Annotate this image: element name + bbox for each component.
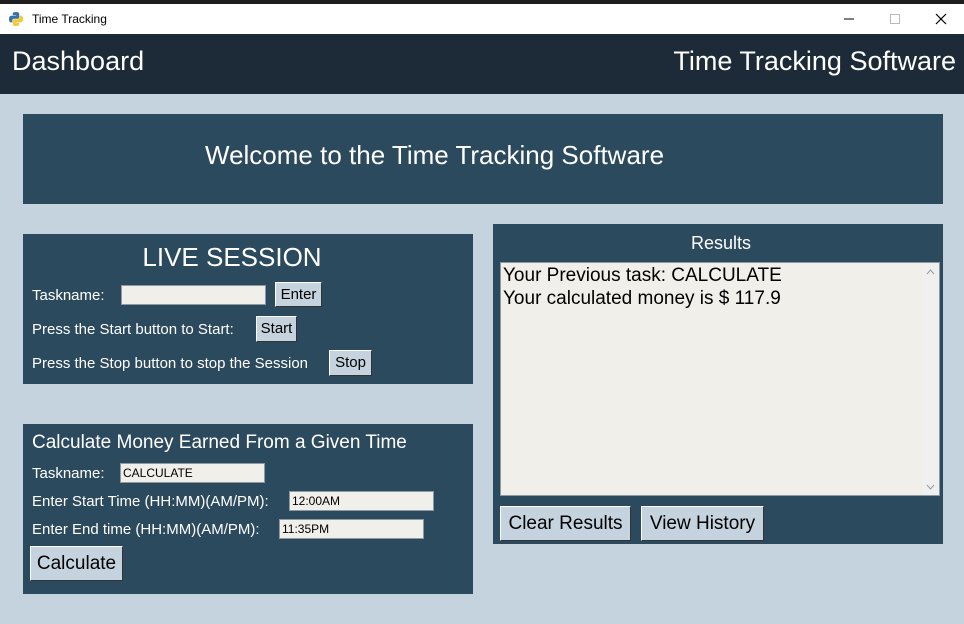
- stop-button[interactable]: Stop: [329, 350, 372, 376]
- chevron-up-icon: [926, 268, 935, 274]
- chevron-down-icon: [926, 484, 935, 490]
- welcome-text: Welcome to the Time Tracking Software: [205, 140, 665, 170]
- end-time-input[interactable]: 11:35PM: [279, 519, 424, 539]
- calculate-button[interactable]: Calculate: [30, 546, 123, 581]
- view-history-button[interactable]: View History: [641, 506, 764, 541]
- results-line: Your calculated money is $ 117.9: [503, 288, 781, 309]
- start-time-label: Enter Start Time (HH:MM)(AM/PM):: [32, 493, 269, 510]
- calc-taskname-input[interactable]: CALCULATE: [120, 463, 265, 483]
- python-icon: [9, 12, 23, 26]
- results-scrollbar[interactable]: [922, 263, 939, 495]
- stop-instruction-label: Press the Stop button to stop the Sessio…: [32, 355, 309, 372]
- end-time-label: Enter End time (HH:MM)(AM/PM):: [32, 521, 260, 538]
- results-textarea[interactable]: Your Previous task: CALCULATE Your calcu…: [500, 262, 940, 496]
- calculate-heading: Calculate Money Earned From a Given Time: [32, 432, 407, 453]
- minimize-button[interactable]: [826, 4, 872, 34]
- dashboard-title: Dashboard: [12, 46, 145, 76]
- app-window: Time Tracking Dashboard Time Tracking So…: [0, 4, 964, 624]
- close-button[interactable]: [918, 4, 964, 34]
- results-line: Your Previous task: CALCULATE: [503, 265, 782, 286]
- scroll-up-arrow[interactable]: [922, 263, 939, 280]
- minimize-icon: [844, 18, 854, 20]
- live-session-panel: LIVE SESSION Taskname: Enter Press the S…: [23, 234, 473, 384]
- close-icon: [935, 13, 947, 25]
- enter-button[interactable]: Enter: [275, 282, 322, 307]
- app-header: Dashboard Time Tracking Software: [0, 34, 964, 94]
- welcome-banner: Welcome to the Time Tracking Software: [23, 114, 943, 204]
- window-title: Time Tracking: [32, 12, 107, 26]
- maximize-icon: [890, 14, 900, 24]
- start-instruction-label: Press the Start button to Start:: [32, 321, 234, 338]
- live-taskname-label: Taskname:: [32, 287, 105, 304]
- start-button[interactable]: Start: [256, 316, 297, 342]
- title-bar: Time Tracking: [0, 4, 964, 34]
- live-taskname-input[interactable]: [121, 285, 266, 305]
- scroll-down-arrow[interactable]: [922, 478, 939, 495]
- results-heading: Results: [690, 233, 752, 253]
- live-session-heading: LIVE SESSION: [142, 242, 322, 272]
- software-title: Time Tracking Software: [673, 46, 956, 76]
- calc-taskname-label: Taskname:: [32, 465, 105, 482]
- results-panel: Results Your Previous task: CALCULATE Yo…: [493, 224, 943, 544]
- maximize-button[interactable]: [872, 4, 918, 34]
- clear-results-button[interactable]: Clear Results: [500, 506, 631, 541]
- calculate-panel: Calculate Money Earned From a Given Time…: [23, 424, 473, 594]
- start-time-input[interactable]: 12:00AM: [289, 491, 434, 511]
